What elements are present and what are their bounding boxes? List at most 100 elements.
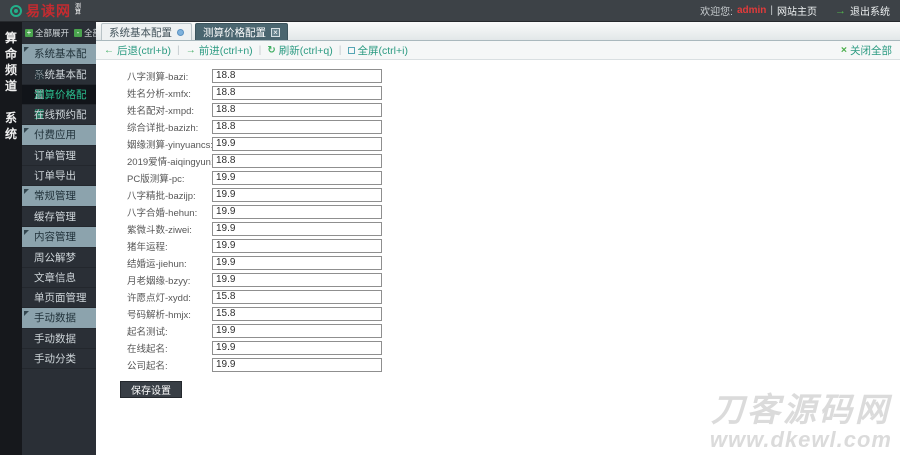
watermark-title: 刀客源码网 [710, 393, 892, 426]
field-label: PC版测算-pc: [127, 171, 212, 185]
field-label: 姓名配对-xmpd: [127, 103, 212, 117]
form-row: 起名测试: [96, 322, 900, 339]
expand-all-button[interactable]: + 全部展开 [25, 27, 69, 39]
price-input[interactable] [212, 103, 382, 117]
price-input[interactable] [212, 273, 382, 287]
sidebar-group-header[interactable]: 付费应用 [22, 125, 96, 146]
field-label: 2019爱情-aiqingyun: [127, 154, 212, 168]
channel-vertical-title: 算 命 频 道 系 统 [0, 22, 22, 455]
price-input[interactable] [212, 222, 382, 236]
field-label: 号码解析-hmjx: [127, 307, 212, 321]
form-row: 猪年运程: [96, 237, 900, 254]
close-all-label: 关闭全部 [850, 43, 892, 58]
tab-status-icon [177, 29, 184, 36]
field-label: 猪年运程: [127, 239, 212, 253]
sidebar-group-header[interactable]: 内容管理 [22, 227, 96, 248]
content-area: 八字测算-bazi: 姓名分析-xmfx: 姓名配对-xmpd:综合详批-baziz… [96, 60, 900, 455]
forward-label: 前进(ctrl+n) [199, 43, 253, 58]
refresh-label: 刷新(ctrl+q) [279, 43, 333, 58]
sidebar-item[interactable]: 订单管理 [22, 146, 96, 166]
sidebar-item[interactable]: 单页面管理 [22, 288, 96, 308]
price-input[interactable] [212, 358, 382, 372]
toolbar-separator: | [177, 44, 180, 56]
tabbar: 系统基本配置 测算价格配置 × [96, 22, 900, 41]
sidebar-item[interactable]: 文章信息 [22, 268, 96, 288]
back-button[interactable]: ← 后退(ctrl+b) [104, 43, 171, 58]
tab-label: 系统基本配置 [109, 25, 172, 40]
minus-icon: - [74, 29, 82, 37]
plus-icon: + [25, 29, 33, 37]
save-button[interactable]: 保存设置 [120, 381, 182, 398]
close-all-button[interactable]: × 关闭全部 [841, 43, 892, 58]
sidebar-group-header[interactable]: 常规管理 [22, 186, 96, 207]
price-form: 八字测算-bazi: 姓名分析-xmfx: 姓名配对-xmpd:综合详批-baziz… [96, 67, 900, 373]
logout-link[interactable]: 退出系统 [850, 3, 890, 18]
tab[interactable]: 系统基本配置 [101, 23, 192, 40]
price-input[interactable] [212, 307, 382, 321]
refresh-button[interactable]: ↻ 刷新(ctrl+q) [267, 43, 332, 58]
form-row: 综合详批-bazizh: [96, 118, 900, 135]
username[interactable]: admin [737, 5, 766, 16]
field-label: 在线起名: [127, 341, 212, 355]
refresh-icon: ↻ [267, 45, 275, 56]
tab[interactable]: 测算价格配置 × [195, 23, 288, 40]
price-input[interactable] [212, 324, 382, 338]
price-input[interactable] [212, 69, 382, 83]
price-input[interactable] [212, 205, 382, 219]
price-input[interactable] [212, 188, 382, 202]
price-input[interactable] [212, 137, 382, 151]
topbar-divider: | [770, 5, 773, 16]
close-icon[interactable]: × [271, 28, 280, 37]
form-row: PC版测算-pc: [96, 169, 900, 186]
field-label: 八字测算-bazi: [127, 69, 212, 83]
form-row: 结婚运-jiehun: [96, 254, 900, 271]
sidebar-item[interactable]: 手动数据 [22, 329, 96, 349]
forward-button[interactable]: → 前进(ctrl+n) [186, 43, 253, 58]
field-label: 结婚运-jiehun: [127, 256, 212, 270]
field-label: 起名测试: [127, 324, 212, 338]
fullscreen-button[interactable]: 全屏(ctrl+i) [348, 43, 408, 58]
form-row: 许愿点灯-xydd: [96, 288, 900, 305]
welcome-text: 欢迎您: [700, 3, 733, 18]
sidebar-item[interactable]: 在线预约配置 [22, 105, 96, 125]
logo-ring-icon [10, 5, 22, 17]
fullscreen-label: 全屏(ctrl+i) [358, 43, 408, 58]
main-panel: 系统基本配置 测算价格配置 × ← 后退(ctrl+b) | → 前进(ctrl+n… [96, 22, 900, 455]
back-label: 后退(ctrl+b) [117, 43, 171, 58]
form-row: 在线起名: [96, 339, 900, 356]
field-label: 八字精批-bazijp: [127, 188, 212, 202]
toolbar-separator: | [339, 44, 342, 56]
toolbar-separator: | [259, 44, 262, 56]
price-input[interactable] [212, 256, 382, 270]
form-row: 紫微斗数-ziwei: [96, 220, 900, 237]
sidebar-group-header[interactable]: 手动数据 [22, 308, 96, 329]
price-input[interactable] [212, 239, 382, 253]
price-input[interactable] [212, 341, 382, 355]
tab-label: 测算价格配置 [203, 25, 266, 40]
field-label: 月老姻缘-bzyy: [127, 273, 212, 287]
form-row: 八字合婚-hehun: [96, 203, 900, 220]
home-link[interactable]: 网站主页 [777, 3, 817, 18]
price-input[interactable] [212, 171, 382, 185]
form-row: 姻缘测算-yinyuancs: [96, 135, 900, 152]
price-input[interactable] [212, 154, 382, 168]
sidebar-item[interactable]: 缓存管理 [22, 207, 96, 227]
sidebar-item[interactable]: 手动分类 [22, 349, 96, 369]
form-row: 姓名分析-xmfx: [96, 84, 900, 101]
sidebar-group-header[interactable]: 系统基本配置 [22, 44, 96, 65]
form-row: 姓名配对-xmpd: [96, 101, 900, 118]
fullscreen-icon [348, 47, 355, 54]
expand-all-label: 全部展开 [35, 27, 69, 39]
sidebar-item[interactable]: 订单导出 [22, 166, 96, 186]
field-label: 紫微斗数-ziwei: [127, 222, 212, 236]
sidebar-item[interactable]: 测算价格配置 [22, 85, 96, 105]
topbar: 易读网 测 算 欢迎您: admin | 网站主页 → 退出系统 [0, 0, 900, 22]
price-input[interactable] [212, 120, 382, 134]
price-input[interactable] [212, 290, 382, 304]
form-row: 公司起名: [96, 356, 900, 373]
field-label: 姓名分析-xmfx: [127, 86, 212, 100]
form-row: 2019爱情-aiqingyun: [96, 152, 900, 169]
sidebar-item[interactable]: 周公解梦 [22, 248, 96, 268]
forward-arrow-icon: → [186, 45, 196, 56]
price-input[interactable] [212, 86, 382, 100]
